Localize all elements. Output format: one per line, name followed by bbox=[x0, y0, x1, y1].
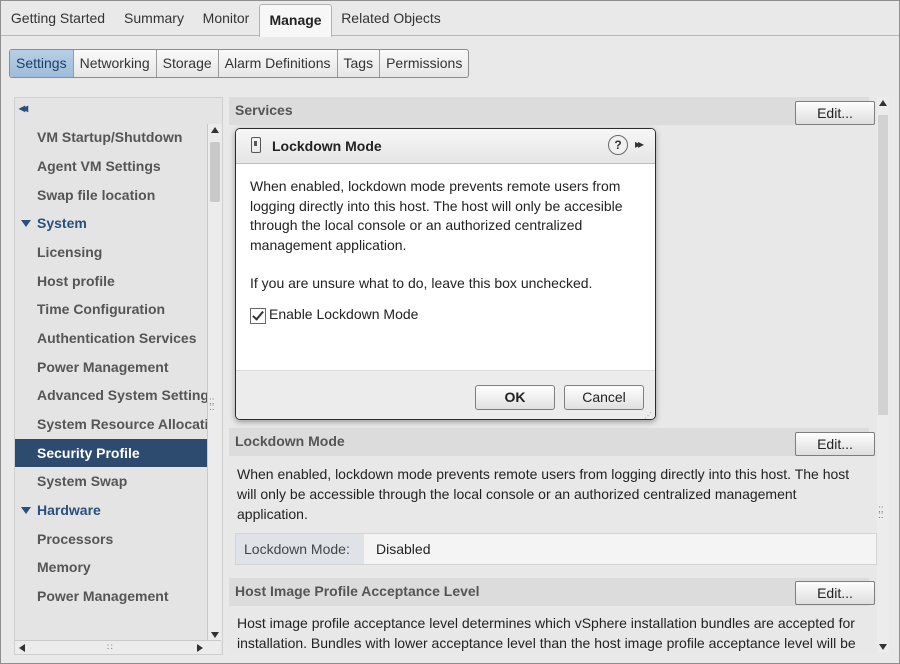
lockdown-status-value: Disabled bbox=[376, 541, 431, 557]
subtab-storage[interactable]: Storage bbox=[155, 50, 218, 77]
tab-getting-started[interactable]: Getting Started bbox=[3, 1, 113, 35]
lockdown-status-key: Lockdown Mode: bbox=[236, 534, 364, 564]
nav-item-processors[interactable]: Processors bbox=[15, 525, 208, 553]
scroll-right-arrow-icon[interactable] bbox=[197, 644, 203, 652]
dialog-description: When enabled, lockdown mode prevents rem… bbox=[250, 178, 623, 253]
acceptance-section-header: Host Image Profile Acceptance Level bbox=[229, 578, 869, 606]
tab-related-objects[interactable]: Related Objects bbox=[333, 1, 449, 35]
acceptance-title: Host Image Profile Acceptance Level bbox=[235, 583, 480, 599]
nav-item-agent-vm-settings[interactable]: Agent VM Settings bbox=[15, 152, 208, 180]
vsphere-window: Getting Started Summary Monitor Manage R… bbox=[0, 0, 900, 664]
nav-group-hardware[interactable]: Hardware bbox=[15, 496, 208, 524]
scroll-left-arrow-icon[interactable] bbox=[19, 644, 25, 652]
subtab-permissions[interactable]: Permissions bbox=[379, 50, 468, 77]
help-icon[interactable]: ? bbox=[608, 135, 628, 155]
nav-item-host-profile[interactable]: Host profile bbox=[15, 267, 208, 295]
nav-item-system-resource-allocation[interactable]: System Resource Allocation bbox=[15, 410, 208, 438]
nav-item-power-management[interactable]: Power Management bbox=[15, 353, 208, 381]
lockdown-title: Lockdown Mode bbox=[235, 433, 345, 449]
lockdown-section-header: Lockdown Mode bbox=[229, 428, 869, 456]
scroll-thumb[interactable] bbox=[210, 142, 220, 202]
expanded-triangle-icon bbox=[21, 507, 31, 514]
subtab-settings[interactable]: Settings bbox=[10, 50, 73, 77]
cancel-button[interactable]: Cancel bbox=[564, 385, 644, 410]
enable-lockdown-label[interactable]: Enable Lockdown Mode bbox=[269, 306, 418, 322]
services-edit-button[interactable]: Edit... bbox=[795, 101, 875, 125]
services-title: Services bbox=[235, 102, 293, 118]
sub-tab-bar: Settings Networking Storage Alarm Defini… bbox=[9, 49, 470, 78]
grip-icon: ∷ bbox=[107, 642, 113, 652]
nav-horizontal-scrollbar[interactable]: ∷ bbox=[15, 640, 221, 654]
nav-item-hardware-power-management[interactable]: Power Management bbox=[15, 582, 208, 610]
collapse-panel-icon[interactable]: ◂◂ bbox=[19, 101, 28, 115]
lockdown-description: When enabled, lockdown mode prevents rem… bbox=[237, 466, 850, 522]
dialog-title: Lockdown Mode bbox=[272, 138, 382, 154]
scroll-up-arrow-icon[interactable] bbox=[211, 127, 219, 133]
expanded-triangle-icon bbox=[21, 220, 31, 227]
scroll-thumb[interactable] bbox=[878, 115, 888, 415]
lockdown-mode-dialog: Lockdown Mode ? ▸▸ When enabled, lockdow… bbox=[235, 128, 656, 420]
nav-item-authentication-services[interactable]: Authentication Services bbox=[15, 324, 208, 352]
expand-icon[interactable]: ▸▸ bbox=[635, 137, 644, 151]
ok-button[interactable]: OK bbox=[475, 385, 555, 410]
settings-nav-panel: ◂◂ VM Startup/Shutdown Agent VM Settings… bbox=[14, 97, 223, 655]
subtab-alarm-definitions[interactable]: Alarm Definitions bbox=[217, 50, 337, 77]
services-section-header: Services bbox=[229, 97, 869, 125]
tab-manage[interactable]: Manage bbox=[259, 4, 332, 37]
nav-item-swap-file-location[interactable]: Swap file location bbox=[15, 181, 208, 209]
nav-vertical-scrollbar[interactable] bbox=[207, 124, 222, 641]
nav-item-system-swap[interactable]: System Swap bbox=[15, 467, 208, 495]
nav-item-time-configuration[interactable]: Time Configuration bbox=[15, 295, 208, 323]
lockdown-status-row: Lockdown Mode: Disabled bbox=[235, 533, 877, 565]
nav-item-licensing[interactable]: Licensing bbox=[15, 238, 208, 266]
resize-grip-icon[interactable]: ⋰ bbox=[644, 412, 652, 420]
top-tab-bar: Getting Started Summary Monitor Manage R… bbox=[1, 1, 899, 37]
scroll-up-arrow-icon[interactable] bbox=[879, 100, 887, 106]
nav-item-vm-startup-shutdown[interactable]: VM Startup/Shutdown bbox=[15, 123, 208, 151]
nav-item-advanced-system-settings[interactable]: Advanced System Settings bbox=[15, 381, 208, 409]
nav-item-security-profile[interactable]: Security Profile bbox=[15, 439, 208, 467]
subtab-networking[interactable]: Networking bbox=[72, 50, 156, 77]
panel-splitter-grip-icon[interactable]: :::: bbox=[878, 505, 884, 521]
nav-group-system[interactable]: System bbox=[15, 209, 208, 237]
content-vertical-scrollbar[interactable] bbox=[877, 97, 889, 653]
lockdown-edit-button[interactable]: Edit... bbox=[795, 432, 875, 456]
scroll-down-arrow-icon[interactable] bbox=[879, 644, 887, 650]
nav-item-memory[interactable]: Memory bbox=[15, 553, 208, 581]
subtab-tags[interactable]: Tags bbox=[336, 50, 380, 77]
enable-lockdown-checkbox[interactable] bbox=[250, 308, 266, 324]
dialog-header: Lockdown Mode ? ▸▸ bbox=[236, 129, 655, 164]
panel-splitter-grip-icon[interactable]: :::: bbox=[209, 397, 215, 413]
tab-monitor[interactable]: Monitor bbox=[195, 1, 257, 35]
scroll-down-arrow-icon[interactable] bbox=[211, 632, 219, 638]
acceptance-edit-button[interactable]: Edit... bbox=[795, 581, 875, 605]
tab-summary[interactable]: Summary bbox=[115, 1, 193, 35]
dialog-footer: OK Cancel ⋰ bbox=[236, 370, 655, 420]
acceptance-description: Host image profile acceptance level dete… bbox=[237, 615, 856, 651]
dialog-note: If you are unsure what to do, leave this… bbox=[250, 275, 593, 291]
host-icon bbox=[251, 137, 261, 153]
